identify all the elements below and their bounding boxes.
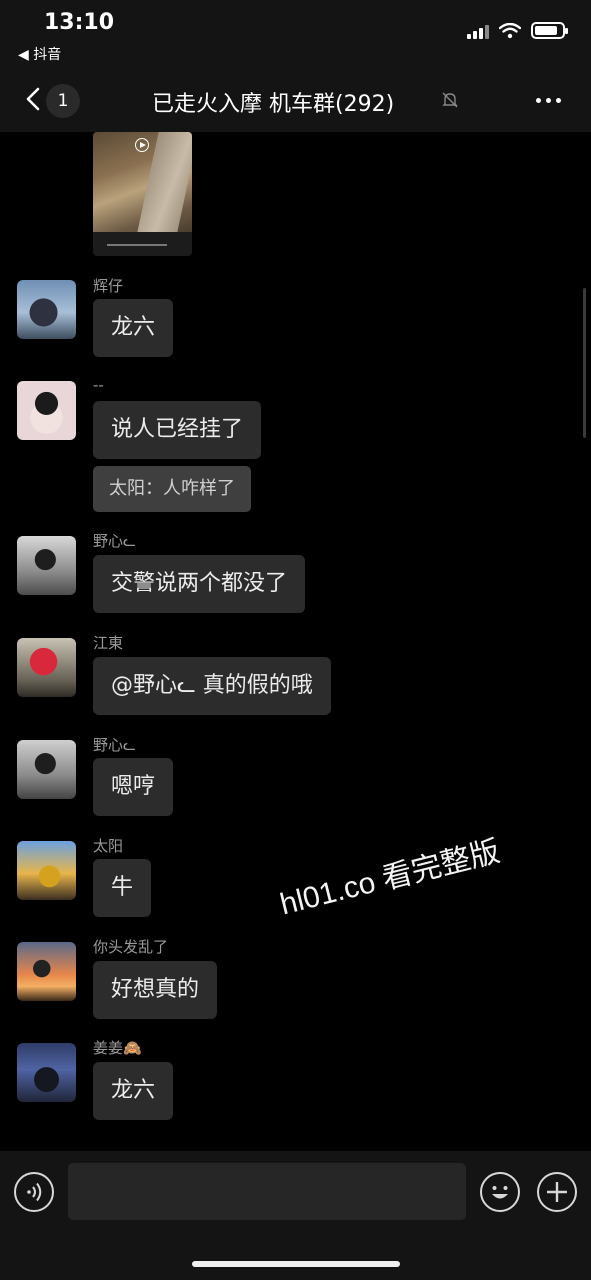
message-bubble[interactable]: 龙六	[93, 299, 174, 357]
bell-slash-icon	[442, 92, 458, 108]
plus-icon[interactable]	[537, 1172, 577, 1212]
sender-name: 江東	[93, 634, 124, 652]
message-bubble[interactable]: 好想真的	[93, 961, 218, 1019]
message-bubble[interactable]: 牛	[93, 859, 152, 917]
avatar[interactable]	[17, 638, 76, 697]
status-icons	[467, 22, 568, 39]
signal-icon	[467, 23, 489, 39]
avatar[interactable]	[17, 740, 76, 799]
video-message[interactable]	[93, 132, 192, 256]
quoted-reply[interactable]: 太阳：人咋样了	[93, 466, 251, 512]
avatar[interactable]	[17, 536, 76, 595]
voice-icon[interactable]	[14, 1172, 54, 1212]
status-time: 13:10	[44, 10, 115, 35]
avatar[interactable]	[17, 1043, 76, 1102]
message-input[interactable]	[68, 1163, 466, 1220]
video-progress-bar	[97, 244, 187, 247]
sender-name: 姜姜🙈	[93, 1039, 142, 1057]
back-to-app-link[interactable]: ◀ 抖音	[18, 44, 61, 64]
scrollbar[interactable]	[583, 288, 586, 438]
message-bubble[interactable]: 说人已经挂了	[93, 401, 262, 459]
avatar[interactable]	[17, 942, 76, 1001]
avatar[interactable]	[17, 841, 76, 900]
sender-name: 野心ᓚ	[93, 532, 136, 550]
chat-header: 1 已走火入摩 机车群(292)	[0, 70, 591, 132]
sender-name: --	[93, 376, 104, 394]
chat-title[interactable]: 已走火入摩 机车群(292)	[152, 86, 394, 118]
message-bubble[interactable]: @野心ᓚ 真的假的哦	[93, 657, 331, 715]
message-bubble[interactable]: 交警说两个都没了	[93, 555, 306, 613]
wifi-icon	[499, 22, 521, 38]
avatar[interactable]	[17, 280, 76, 339]
more-dots-icon[interactable]	[536, 98, 561, 103]
emoji-icon[interactable]	[480, 1172, 520, 1212]
status-bar: 13:10 ◀ 抖音	[0, 0, 591, 70]
sender-name: 太阳	[93, 837, 124, 855]
home-indicator[interactable]	[192, 1261, 400, 1267]
play-icon[interactable]	[135, 138, 149, 152]
sender-name: 野心ᓚ	[93, 736, 136, 754]
sender-name: 辉仔	[93, 277, 124, 295]
message-bubble[interactable]: 龙六	[93, 1062, 174, 1120]
sender-name: 你头发乱了	[93, 938, 169, 956]
watermark-text: hl01.co 看完整版	[276, 834, 504, 922]
unread-count-badge[interactable]: 1	[46, 84, 80, 118]
avatar[interactable]	[17, 381, 76, 440]
battery-icon	[531, 22, 568, 39]
message-bubble[interactable]: 嗯哼	[93, 758, 174, 816]
